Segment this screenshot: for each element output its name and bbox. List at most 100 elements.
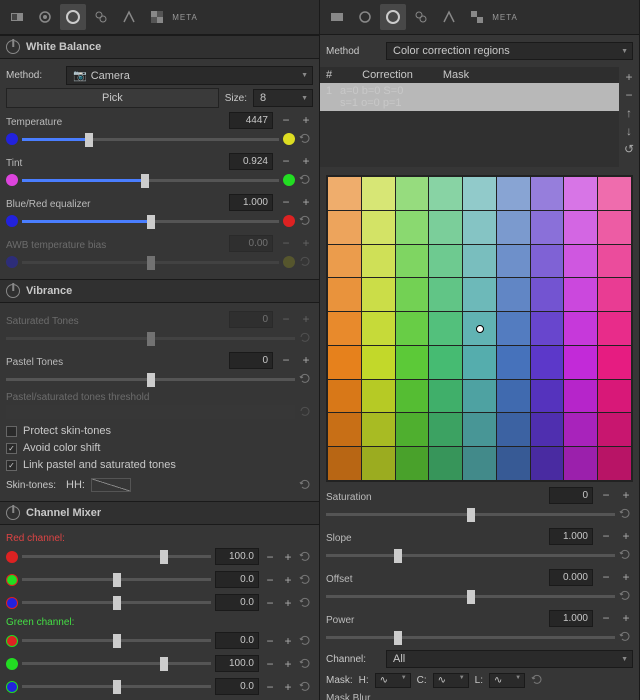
avoid-shift-checkbox[interactable]: Avoid color shift <box>6 442 313 454</box>
region-list[interactable]: # Correction Mask 1 a=0 b=0 S=0s=1 o=0 p… <box>320 67 619 167</box>
color-picker-grid[interactable] <box>326 175 633 482</box>
power-icon[interactable] <box>6 506 20 520</box>
minus-button[interactable]: − <box>599 611 613 625</box>
reset-icon[interactable] <box>619 589 633 603</box>
green-b-value[interactable]: 0.0 <box>215 678 259 695</box>
power-value[interactable]: 1.000 <box>549 610 593 627</box>
reset-icon[interactable] <box>299 634 313 648</box>
picker-indicator[interactable] <box>476 325 484 333</box>
green-b-slider[interactable] <box>22 685 211 688</box>
red-r-value[interactable]: 100.0 <box>215 548 259 565</box>
minus-button[interactable]: − <box>263 596 277 610</box>
pick-button[interactable]: Pick <box>6 88 219 108</box>
reset-icon[interactable] <box>299 573 313 587</box>
tab-detail-icon[interactable] <box>32 4 58 30</box>
move-down-button[interactable]: ↓ <box>621 123 637 139</box>
tab-meta[interactable]: META <box>172 4 198 30</box>
plus-button[interactable]: + <box>281 634 295 648</box>
tab-color-icon[interactable] <box>380 4 406 30</box>
reset-icon[interactable] <box>299 478 313 492</box>
offset-value[interactable]: 0.000 <box>549 569 593 586</box>
reset-icon[interactable] <box>299 173 313 187</box>
minus-button[interactable]: − <box>279 113 293 127</box>
reset-regions-icon[interactable]: ↺ <box>621 141 637 157</box>
minus-button[interactable]: − <box>599 570 613 584</box>
minus-button[interactable]: − <box>599 529 613 543</box>
reset-icon[interactable] <box>619 630 633 644</box>
slope-slider[interactable] <box>326 554 615 557</box>
plus-button[interactable]: + <box>281 680 295 694</box>
tab-raw-icon[interactable] <box>464 4 490 30</box>
channel-dropdown[interactable]: All <box>386 650 633 668</box>
region-row[interactable]: 1 a=0 b=0 S=0s=1 o=0 p=1 <box>320 83 619 111</box>
plus-button[interactable]: + <box>619 488 633 502</box>
reset-icon[interactable] <box>299 657 313 671</box>
tint-value[interactable]: 0.924 <box>229 153 273 170</box>
saturation-value[interactable]: 0 <box>549 487 593 504</box>
minus-button[interactable]: − <box>279 154 293 168</box>
reset-icon[interactable] <box>531 673 545 687</box>
remove-region-button[interactable]: − <box>621 87 637 103</box>
minus-button[interactable]: − <box>263 680 277 694</box>
red-b-slider[interactable] <box>22 601 211 604</box>
cc-method-dropdown[interactable]: Color correction regions <box>386 42 633 60</box>
red-g-value[interactable]: 0.0 <box>215 571 259 588</box>
add-region-button[interactable]: + <box>621 69 637 85</box>
skin-tones-curve[interactable] <box>91 478 131 492</box>
power-icon[interactable] <box>6 284 20 298</box>
reset-icon[interactable] <box>299 372 313 386</box>
pastel-tones-slider[interactable] <box>6 378 295 381</box>
power-icon[interactable] <box>6 40 20 54</box>
reset-icon[interactable] <box>619 507 633 521</box>
plus-button[interactable]: + <box>299 113 313 127</box>
mask-l-dropdown[interactable]: ∿ <box>489 673 525 688</box>
tab-transform-icon[interactable] <box>436 4 462 30</box>
tab-detail-icon[interactable] <box>352 4 378 30</box>
plus-button[interactable]: + <box>619 570 633 584</box>
reset-icon[interactable] <box>299 680 313 694</box>
plus-button[interactable]: + <box>619 529 633 543</box>
plus-button[interactable]: + <box>299 353 313 367</box>
reset-icon[interactable] <box>299 132 313 146</box>
reset-icon[interactable] <box>299 596 313 610</box>
power-slider[interactable] <box>326 636 615 639</box>
temperature-slider[interactable] <box>22 138 279 141</box>
saturation-slider[interactable] <box>326 513 615 516</box>
offset-slider[interactable] <box>326 595 615 598</box>
green-r-slider[interactable] <box>22 639 211 642</box>
green-g-slider[interactable] <box>22 662 211 665</box>
plus-button[interactable]: + <box>299 195 313 209</box>
tab-meta[interactable]: META <box>492 4 518 30</box>
mask-c-dropdown[interactable]: ∿ <box>433 673 469 688</box>
reset-icon[interactable] <box>299 214 313 228</box>
minus-button[interactable]: − <box>599 488 613 502</box>
plus-button[interactable]: + <box>299 154 313 168</box>
channel-mixer-header[interactable]: Channel Mixer <box>0 501 319 525</box>
vibrance-header[interactable]: Vibrance <box>0 279 319 303</box>
reset-icon[interactable] <box>299 550 313 564</box>
minus-button[interactable]: − <box>263 573 277 587</box>
minus-button[interactable]: − <box>263 634 277 648</box>
plus-button[interactable]: + <box>281 573 295 587</box>
plus-button[interactable]: + <box>619 611 633 625</box>
temperature-value[interactable]: 4447 <box>229 112 273 129</box>
tint-slider[interactable] <box>22 179 279 182</box>
red-r-slider[interactable] <box>22 555 211 558</box>
size-dropdown[interactable]: 8 <box>253 89 313 107</box>
tab-advanced-icon[interactable] <box>88 4 114 30</box>
protect-skin-checkbox[interactable]: Protect skin-tones <box>6 425 313 437</box>
tab-transform-icon[interactable] <box>116 4 142 30</box>
minus-button[interactable]: − <box>263 657 277 671</box>
pastel-tones-value[interactable]: 0 <box>229 352 273 369</box>
bluered-slider[interactable] <box>22 220 279 223</box>
reset-icon[interactable] <box>619 548 633 562</box>
wb-method-dropdown[interactable]: 📷Camera <box>66 66 313 85</box>
white-balance-header[interactable]: White Balance <box>0 35 319 59</box>
mask-h-dropdown[interactable]: ∿ <box>375 673 411 688</box>
tab-color-icon[interactable] <box>60 4 86 30</box>
link-tones-checkbox[interactable]: Link pastel and saturated tones <box>6 459 313 471</box>
slope-value[interactable]: 1.000 <box>549 528 593 545</box>
tab-advanced-icon[interactable] <box>408 4 434 30</box>
minus-button[interactable]: − <box>263 550 277 564</box>
plus-button[interactable]: + <box>281 596 295 610</box>
